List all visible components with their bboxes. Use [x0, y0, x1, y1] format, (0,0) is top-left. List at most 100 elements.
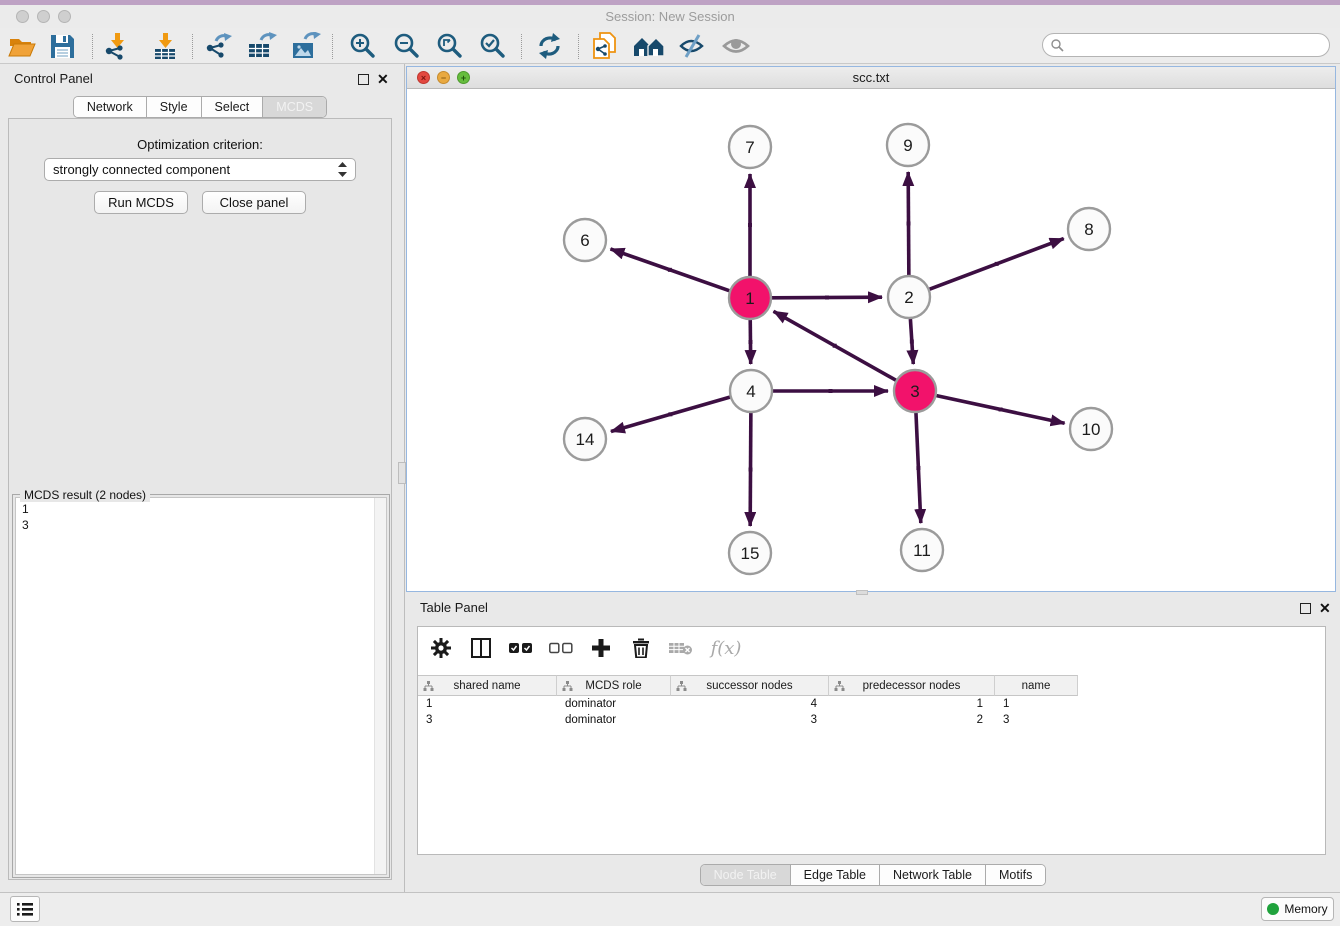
- control-panel-close-button[interactable]: ✕: [377, 74, 389, 85]
- column-header-successor-nodes[interactable]: successor nodes: [671, 675, 829, 696]
- node-table-container: f(x) shared nameMCDS rolesuccessor nodes…: [417, 626, 1326, 855]
- table-cell[interactable]: 1: [995, 696, 1078, 712]
- memory-button[interactable]: Memory: [1261, 897, 1334, 921]
- graph-node-1[interactable]: 1: [729, 277, 771, 319]
- table-deselect-all-button[interactable]: [548, 635, 574, 661]
- table-delete-table-button[interactable]: [668, 635, 694, 661]
- tab-network[interactable]: Network: [74, 97, 147, 117]
- table-cell[interactable]: dominator: [557, 696, 671, 712]
- criterion-selected-value: strongly connected component: [53, 162, 230, 177]
- edge-handle: [999, 407, 1003, 411]
- memory-status-dot: [1267, 903, 1279, 915]
- hide-selected-button[interactable]: [674, 29, 710, 63]
- horizontal-splitter-handle[interactable]: [856, 590, 868, 595]
- graph-node-14[interactable]: 14: [564, 418, 606, 460]
- node-label: 7: [745, 138, 754, 157]
- table-panel-float-button[interactable]: [1300, 603, 1311, 614]
- tab-select[interactable]: Select: [202, 97, 264, 117]
- table-cell[interactable]: 2: [829, 712, 995, 728]
- graph-node-2[interactable]: 2: [888, 276, 930, 318]
- node-label: 1: [745, 289, 754, 308]
- tab-mcds[interactable]: MCDS: [263, 97, 326, 117]
- table-settings-button[interactable]: [428, 635, 454, 661]
- table-panel-close-button[interactable]: ✕: [1319, 603, 1331, 614]
- node-label: 15: [741, 544, 760, 563]
- search-input[interactable]: [1068, 37, 1329, 53]
- tab-edge-table[interactable]: Edge Table: [791, 865, 880, 885]
- refresh-layout-button[interactable]: [531, 29, 567, 63]
- export-network-button[interactable]: [200, 29, 236, 63]
- node-label: 11: [913, 541, 931, 560]
- column-header-MCDS-role[interactable]: MCDS role: [557, 675, 671, 696]
- export-image-button[interactable]: [288, 29, 324, 63]
- graph-node-7[interactable]: 7: [729, 126, 771, 168]
- search-field[interactable]: [1042, 33, 1330, 57]
- column-header-predecessor-nodes[interactable]: predecessor nodes: [829, 675, 995, 696]
- table-add-column-button[interactable]: [588, 635, 614, 661]
- export-network-icon: [203, 32, 233, 60]
- graph-node-11[interactable]: 11: [901, 529, 943, 571]
- close-panel-button[interactable]: Close panel: [202, 191, 306, 214]
- edge-handle: [829, 389, 833, 393]
- export-table-button[interactable]: [244, 29, 280, 63]
- tab-node-table[interactable]: Node Table: [701, 865, 791, 885]
- control-panel-tabs: NetworkStyleSelectMCDS: [0, 96, 400, 118]
- node-label: 6: [580, 231, 589, 250]
- table-cell[interactable]: dominator: [557, 712, 671, 728]
- graph-node-15[interactable]: 15: [729, 532, 771, 574]
- import-table-button[interactable]: [147, 29, 183, 63]
- optimization-criterion-label: Optimization criterion:: [8, 137, 392, 152]
- tab-style[interactable]: Style: [147, 97, 202, 117]
- table-select-all-button[interactable]: [508, 635, 534, 661]
- network-from-selection-button[interactable]: [586, 29, 622, 63]
- export-image-icon: [291, 32, 321, 60]
- zoom-in-button[interactable]: [344, 29, 380, 63]
- network-canvas[interactable]: 1 2 3 4 6 7 8 9 10 11 14 15: [407, 89, 1335, 591]
- first-neighbors-button[interactable]: [631, 29, 667, 63]
- node-label: 9: [903, 136, 912, 155]
- graph-node-9[interactable]: 9: [887, 124, 929, 166]
- show-all-button[interactable]: [718, 29, 754, 63]
- gear-icon: [431, 638, 451, 658]
- graph-node-6[interactable]: 6: [564, 219, 606, 261]
- table-cell[interactable]: 3: [995, 712, 1078, 728]
- column-header-shared-name[interactable]: shared name: [418, 675, 557, 696]
- run-mcds-button[interactable]: Run MCDS: [94, 191, 188, 214]
- table-split-view-button[interactable]: [468, 635, 494, 661]
- search-icon: [1051, 39, 1064, 52]
- column-header-name[interactable]: name: [995, 675, 1078, 696]
- open-file-button[interactable]: [4, 29, 40, 63]
- mcds-result-textarea[interactable]: 1 3: [15, 497, 387, 875]
- import-network-icon: [103, 32, 131, 60]
- tab-motifs[interactable]: Motifs: [986, 865, 1045, 885]
- save-session-button[interactable]: [44, 29, 80, 63]
- table-row[interactable]: 3dominator323: [418, 712, 1325, 728]
- table-cell[interactable]: 3: [671, 712, 829, 728]
- task-history-button[interactable]: [10, 896, 40, 922]
- graph-node-8[interactable]: 8: [1068, 208, 1110, 250]
- table-delete-column-button[interactable]: [628, 635, 654, 661]
- memory-label: Memory: [1284, 902, 1327, 916]
- houses-icon: [633, 34, 665, 58]
- tab-network-table[interactable]: Network Table: [880, 865, 986, 885]
- result-scrollbar[interactable]: [374, 498, 386, 874]
- import-network-button[interactable]: [99, 29, 135, 63]
- graph-node-10[interactable]: 10: [1070, 408, 1112, 450]
- table-panel-tabs: Node TableEdge TableNetwork TableMotifs: [406, 864, 1340, 886]
- vertical-splitter-handle[interactable]: [398, 462, 406, 484]
- table-cell[interactable]: 3: [418, 712, 557, 728]
- control-panel-float-button[interactable]: [358, 74, 369, 85]
- table-cell[interactable]: 4: [671, 696, 829, 712]
- table-cell[interactable]: 1: [418, 696, 557, 712]
- status-bar: [0, 892, 1340, 926]
- optimization-criterion-select[interactable]: strongly connected component: [44, 158, 356, 181]
- zoom-out-button[interactable]: [388, 29, 424, 63]
- table-function-builder-button[interactable]: f(x): [708, 635, 744, 661]
- table-cell[interactable]: 1: [829, 696, 995, 712]
- zoom-selected-button[interactable]: [474, 29, 510, 63]
- mcds-result-title: MCDS result (2 nodes): [20, 488, 150, 502]
- graph-node-4[interactable]: 4: [730, 370, 772, 412]
- table-row[interactable]: 1dominator411: [418, 696, 1325, 712]
- zoom-fit-button[interactable]: [431, 29, 467, 63]
- graph-node-3[interactable]: 3: [894, 370, 936, 412]
